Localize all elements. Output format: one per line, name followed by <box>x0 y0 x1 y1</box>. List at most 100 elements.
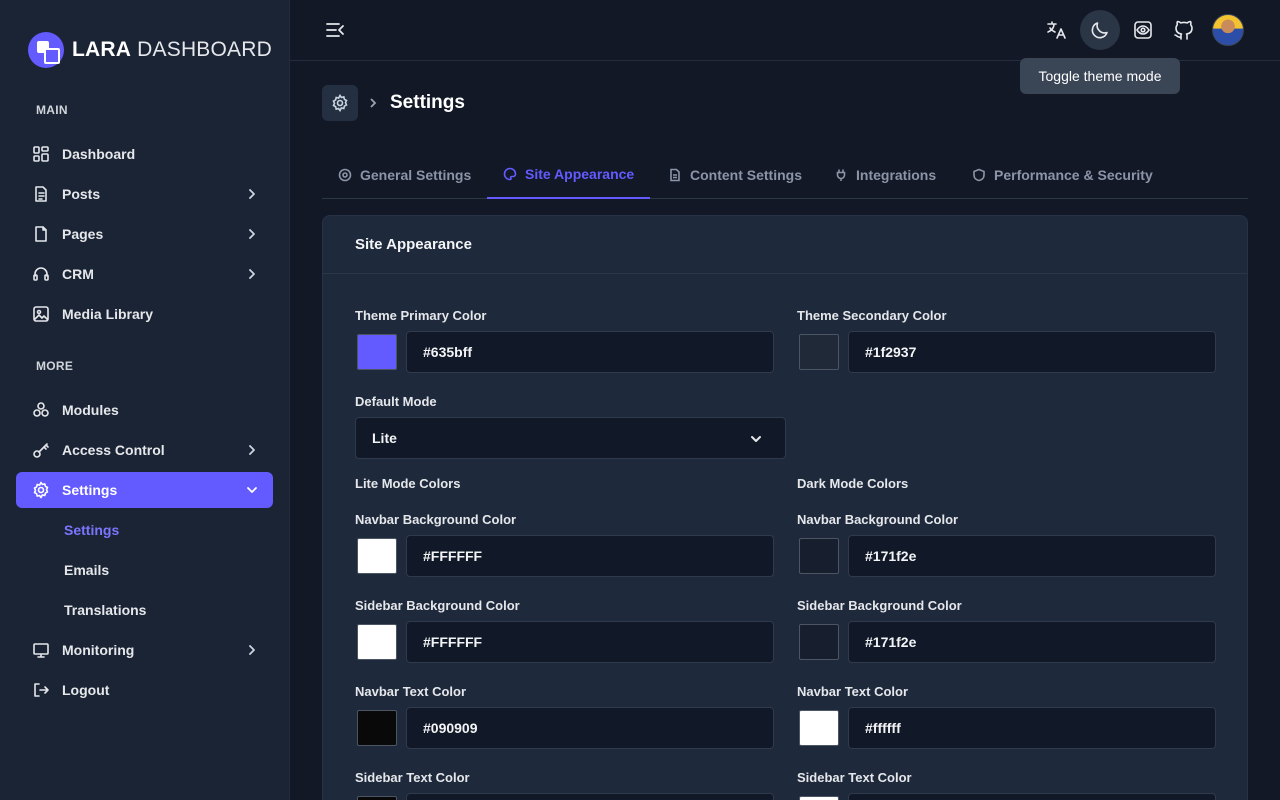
image-icon <box>32 305 50 323</box>
default-mode-label: Default Mode <box>355 394 437 409</box>
tab-performance-security[interactable]: Performance & Security <box>972 150 1153 199</box>
section-label-more: MORE <box>36 359 74 373</box>
document-icon <box>32 185 50 203</box>
lite-sidebar-text-label: Sidebar Text Color <box>355 770 470 785</box>
lite-sidebar-bg-swatch[interactable] <box>357 624 397 660</box>
eye-scan-icon[interactable] <box>1123 10 1163 50</box>
dark-navbar-text-label: Navbar Text Color <box>797 684 909 699</box>
tab-label: General Settings <box>360 166 472 183</box>
tab-integrations[interactable]: Integrations <box>834 150 936 199</box>
github-icon[interactable] <box>1164 10 1204 50</box>
brand-logo[interactable]: LARA DASHBOARD <box>28 32 272 68</box>
tab-label: Content Settings <box>690 166 802 183</box>
sidebar-subitem-emails[interactable]: Emails <box>64 562 109 578</box>
gear-icon <box>32 481 50 499</box>
sidebar-item-settings[interactable]: Settings <box>16 472 273 508</box>
dark-sidebar-bg-input[interactable] <box>848 621 1216 663</box>
tab-label: Integrations <box>856 166 937 183</box>
sidebar-item-label: Modules <box>62 402 119 418</box>
dark-sidebar-bg-label: Sidebar Background Color <box>797 598 962 613</box>
sidebar-item-media-library[interactable]: Media Library <box>16 296 273 332</box>
sidebar-item-pages[interactable]: Pages <box>16 216 273 252</box>
logo-icon <box>28 32 64 68</box>
tab-general-settings[interactable]: General Settings <box>338 150 471 199</box>
theme-secondary-color-swatch[interactable] <box>799 334 839 370</box>
chevron-right-icon <box>245 267 259 281</box>
sidebar-item-label: Posts <box>62 186 101 202</box>
gear-icon <box>338 168 352 182</box>
dark-navbar-text-input[interactable] <box>848 707 1216 749</box>
lite-navbar-bg-swatch[interactable] <box>357 538 397 574</box>
lite-mode-heading: Lite Mode Colors <box>355 476 461 491</box>
dark-sidebar-text-input[interactable] <box>848 793 1216 800</box>
monitor-icon <box>32 641 50 659</box>
sidebar-item-access-control[interactable]: Access Control <box>16 432 273 468</box>
collapse-sidebar-icon[interactable] <box>324 19 348 41</box>
dark-sidebar-bg-swatch[interactable] <box>799 624 839 660</box>
sidebar-subitem-settings[interactable]: Settings <box>64 522 119 538</box>
document-icon <box>668 168 682 182</box>
tab-label: Performance & Security <box>994 166 1153 183</box>
avatar[interactable] <box>1212 14 1244 46</box>
palette-icon <box>503 167 517 181</box>
chevron-right-icon <box>245 187 259 201</box>
default-mode-value: Lite <box>372 430 397 446</box>
sidebar-item-label: Logout <box>62 682 110 698</box>
translate-icon[interactable] <box>1036 10 1076 50</box>
chevron-right-icon <box>367 96 379 110</box>
card-title: Site Appearance <box>355 236 472 253</box>
lite-navbar-text-input[interactable] <box>406 707 774 749</box>
default-mode-select[interactable]: Lite <box>355 417 786 459</box>
brand-name: LARA DASHBOARD <box>72 38 272 61</box>
sidebar-item-label: Monitoring <box>62 642 135 658</box>
theme-secondary-color-label: Theme Secondary Color <box>797 308 947 323</box>
card-header: Site Appearance <box>323 216 1247 274</box>
chevron-right-icon <box>245 227 259 241</box>
theme-primary-color-swatch[interactable] <box>357 334 397 370</box>
plug-icon <box>834 168 848 182</box>
lite-sidebar-bg-input[interactable] <box>406 621 774 663</box>
theme-primary-color-label: Theme Primary Color <box>355 308 487 323</box>
lite-navbar-text-swatch[interactable] <box>357 710 397 746</box>
sidebar-item-monitoring[interactable]: Monitoring <box>16 632 273 668</box>
tab-site-appearance[interactable]: Site Appearance <box>487 150 651 199</box>
dashboard-icon <box>32 145 50 163</box>
section-label-main: MAIN <box>36 103 68 117</box>
chevron-right-icon <box>245 443 259 457</box>
dark-navbar-bg-label: Navbar Background Color <box>797 512 959 527</box>
dark-navbar-text-swatch[interactable] <box>799 710 839 746</box>
sidebar-subitem-translations[interactable]: Translations <box>64 602 146 618</box>
headset-icon <box>32 265 50 283</box>
lite-sidebar-text-swatch[interactable] <box>357 796 397 800</box>
theme-secondary-color-input[interactable] <box>848 331 1216 373</box>
lite-sidebar-text-input[interactable] <box>406 793 774 800</box>
lite-navbar-bg-input[interactable] <box>406 535 774 577</box>
sidebar-item-modules[interactable]: Modules <box>16 392 273 428</box>
sidebar-item-label: CRM <box>62 266 94 282</box>
moon-icon[interactable] <box>1080 10 1120 50</box>
dark-sidebar-text-swatch[interactable] <box>799 796 839 800</box>
dark-sidebar-text-label: Sidebar Text Color <box>797 770 912 785</box>
sidebar-item-dashboard[interactable]: Dashboard <box>16 136 273 172</box>
sidebar-item-crm[interactable]: CRM <box>16 256 273 292</box>
key-icon <box>32 441 50 459</box>
logout-icon <box>32 681 50 699</box>
dark-navbar-bg-input[interactable] <box>848 535 1216 577</box>
lite-navbar-text-label: Navbar Text Color <box>355 684 467 699</box>
file-icon <box>32 225 50 243</box>
sidebar-item-label: Access Control <box>62 442 165 458</box>
top-bar <box>290 0 1280 61</box>
sidebar-item-label: Dashboard <box>62 146 136 162</box>
sidebar-item-logout[interactable]: Logout <box>16 672 273 708</box>
theme-tooltip: Toggle theme mode <box>1020 58 1180 94</box>
sidebar-item-label: Pages <box>62 226 104 242</box>
theme-primary-color-input[interactable] <box>406 331 774 373</box>
modules-icon <box>32 401 50 419</box>
lite-sidebar-bg-label: Sidebar Background Color <box>355 598 520 613</box>
sidebar-item-posts[interactable]: Posts <box>16 176 273 212</box>
dark-mode-heading: Dark Mode Colors <box>797 476 909 491</box>
breadcrumb-gear-icon[interactable] <box>322 85 358 121</box>
dark-navbar-bg-swatch[interactable] <box>799 538 839 574</box>
tab-content-settings[interactable]: Content Settings <box>668 150 802 199</box>
shield-icon <box>972 168 986 182</box>
